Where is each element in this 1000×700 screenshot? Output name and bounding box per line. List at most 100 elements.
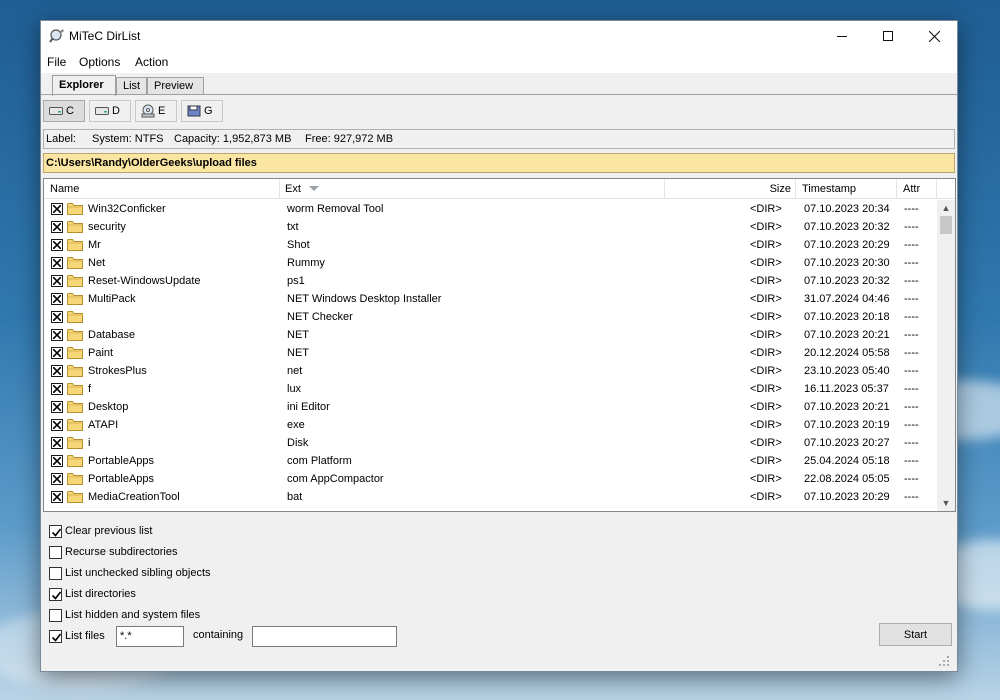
scroll-up-icon[interactable]: ▲ xyxy=(937,200,955,216)
table-row[interactable]: i Disk <DIR> 07.10.2023 20:27 ---- xyxy=(44,434,937,452)
drive-c-button[interactable]: C xyxy=(43,100,85,122)
scroll-thumb[interactable] xyxy=(940,216,952,234)
containing-input[interactable] xyxy=(252,626,397,647)
folder-icon xyxy=(67,257,83,269)
row-ext: net xyxy=(287,365,303,377)
row-checkbox[interactable] xyxy=(51,221,63,233)
row-name: Mr xyxy=(88,239,101,251)
directory-list[interactable]: Name Ext Size Timestamp Attr Win32Confic… xyxy=(43,178,956,512)
column-attr[interactable]: Attr xyxy=(897,179,937,199)
table-row[interactable]: MediaCreationTool bat <DIR> 07.10.2023 20:2… xyxy=(44,488,937,506)
table-row[interactable]: f lux <DIR> 16.11.2023 05:37 ---- xyxy=(44,380,937,398)
table-row[interactable]: Net Rummy <DIR> 07.10.2023 20:30 ---- xyxy=(44,254,937,272)
row-checkbox[interactable] xyxy=(51,275,63,287)
row-name: Desktop xyxy=(88,401,129,413)
row-checkbox[interactable] xyxy=(51,419,63,431)
row-size: <DIR> xyxy=(750,365,782,377)
column-timestamp[interactable]: Timestamp xyxy=(796,179,897,199)
row-checkbox[interactable] xyxy=(51,383,63,395)
menu-options[interactable]: Options xyxy=(79,55,120,69)
row-checkbox[interactable] xyxy=(51,365,63,377)
option-recurse-subdirectories[interactable]: Recurse subdirectories xyxy=(49,544,178,560)
table-row[interactable]: Mr Shot <DIR> 07.10.2023 20:29 ---- xyxy=(44,236,937,254)
option-list-hidden-and-system-files[interactable]: List hidden and system files xyxy=(49,607,200,623)
option-clear-previous-list[interactable]: Clear previous list xyxy=(49,523,152,539)
maximize-icon xyxy=(883,31,893,41)
menu-file[interactable]: File xyxy=(47,55,66,69)
table-row[interactable]: security txt <DIR> 07.10.2023 20:32 ---- xyxy=(44,218,937,236)
drive-g-button[interactable]: G xyxy=(181,100,223,122)
row-checkbox[interactable] xyxy=(51,203,63,215)
row-checkbox[interactable] xyxy=(51,329,63,341)
table-row[interactable]: StrokesPlus net <DIR> 23.10.2023 05:40 ---- xyxy=(44,362,937,380)
list-rows: Win32Conficker worm Removal Tool <DIR> 07.1… xyxy=(44,200,937,511)
row-checkbox[interactable] xyxy=(51,257,63,269)
row-ext: com AppCompactor xyxy=(287,473,384,485)
row-checkbox[interactable] xyxy=(51,311,63,323)
drive-e-label: E xyxy=(158,105,166,117)
option-list-directories[interactable]: List directories xyxy=(49,586,136,602)
table-row[interactable]: ATAPI exe <DIR> 07.10.2023 20:19 ---- xyxy=(44,416,937,434)
column-name[interactable]: Name xyxy=(44,179,280,199)
folder-icon xyxy=(67,347,83,359)
row-attr: ---- xyxy=(904,455,919,467)
start-button[interactable]: Start xyxy=(879,623,952,646)
row-checkbox[interactable] xyxy=(51,347,63,359)
title-bar[interactable]: MiTeC DirList xyxy=(41,21,957,51)
folder-icon xyxy=(67,473,83,485)
table-row[interactable]: PortableApps com AppCompactor <DIR> 22.08.2… xyxy=(44,470,937,488)
tab-preview[interactable]: Preview xyxy=(147,77,204,95)
folder-icon xyxy=(67,329,83,341)
menu-action[interactable]: Action xyxy=(135,55,168,69)
row-size: <DIR> xyxy=(750,347,782,359)
row-checkbox[interactable] xyxy=(51,293,63,305)
row-timestamp: 07.10.2023 20:21 xyxy=(804,329,890,341)
maximize-button[interactable] xyxy=(865,21,911,51)
checkbox[interactable] xyxy=(49,587,62,601)
row-checkbox[interactable] xyxy=(51,455,63,467)
checkbox[interactable] xyxy=(49,629,62,643)
table-row[interactable]: Desktop ini Editor <DIR> 07.10.2023 20:21 --… xyxy=(44,398,937,416)
resize-grip-icon[interactable] xyxy=(937,656,951,668)
column-ext[interactable]: Ext xyxy=(280,179,665,199)
row-name: PortableApps xyxy=(88,455,155,467)
row-timestamp: 23.10.2023 05:40 xyxy=(804,365,890,377)
checkbox[interactable] xyxy=(49,545,62,559)
tab-list[interactable]: List xyxy=(116,77,147,95)
row-checkbox[interactable] xyxy=(51,401,63,413)
row-attr: ---- xyxy=(904,203,919,215)
row-checkbox[interactable] xyxy=(51,437,63,449)
drive-e-button[interactable]: E xyxy=(135,100,177,122)
row-checkbox[interactable] xyxy=(51,473,63,485)
row-ext: ini Editor xyxy=(287,401,330,413)
scroll-down-icon[interactable]: ▼ xyxy=(937,495,955,511)
row-timestamp: 07.10.2023 20:29 xyxy=(804,239,890,251)
table-row[interactable]: PortableApps com Platform <DIR> 25.04.2024 … xyxy=(44,452,937,470)
checkbox[interactable] xyxy=(49,524,62,538)
option-list-unchecked-sibling-objects[interactable]: List unchecked sibling objects xyxy=(49,565,211,581)
option-list-files[interactable]: List files xyxy=(49,628,105,644)
checkbox[interactable] xyxy=(49,608,62,622)
minimize-button[interactable] xyxy=(819,21,865,51)
row-checkbox[interactable] xyxy=(51,491,63,503)
table-row[interactable]: NET Checker <DIR> 07.10.2023 20:18 ---- xyxy=(44,308,937,326)
option-label: List hidden and system files xyxy=(65,609,201,621)
table-row[interactable]: MultiPack NET Windows Desktop Installer <D… xyxy=(44,290,937,308)
vertical-scrollbar[interactable]: ▲ ▼ xyxy=(937,200,955,511)
tab-explorer[interactable]: Explorer xyxy=(52,75,116,96)
row-size: <DIR> xyxy=(750,293,782,305)
table-row[interactable]: Win32Conficker worm Removal Tool <DIR> 07.1… xyxy=(44,200,937,218)
close-button[interactable] xyxy=(911,21,957,51)
row-checkbox[interactable] xyxy=(51,239,63,251)
row-size: <DIR> xyxy=(750,329,782,341)
file-mask-input[interactable]: *.* xyxy=(116,626,184,647)
column-size[interactable]: Size xyxy=(665,179,796,199)
folder-icon xyxy=(67,401,83,413)
checkbox[interactable] xyxy=(49,566,62,580)
drive-d-button[interactable]: D xyxy=(89,100,131,122)
row-ext: exe xyxy=(287,419,305,431)
table-row[interactable]: Reset-WindowsUpdate ps1 <DIR> 07.10.2023 20… xyxy=(44,272,937,290)
folder-icon xyxy=(67,437,83,449)
table-row[interactable]: Database NET <DIR> 07.10.2023 20:21 ---- xyxy=(44,326,937,344)
table-row[interactable]: Paint NET <DIR> 20.12.2024 05:58 ---- xyxy=(44,344,937,362)
